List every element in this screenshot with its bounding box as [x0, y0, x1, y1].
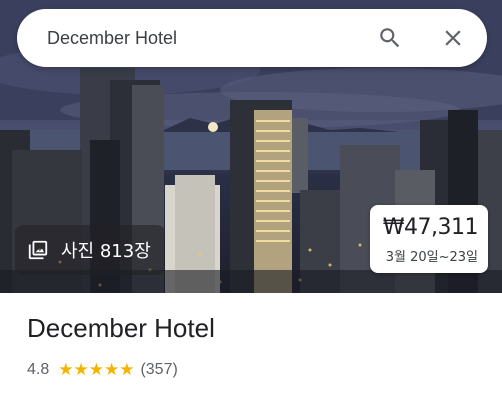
close-icon	[445, 30, 461, 46]
search-bar	[17, 9, 487, 67]
photo-library-icon	[28, 240, 48, 260]
stay-dates: 3월 20일~23일	[385, 250, 478, 265]
hotel-name: December Hotel	[27, 313, 215, 343]
price-amount: ₩47,311	[382, 215, 479, 240]
close-button[interactable]	[438, 23, 468, 53]
search-input[interactable]	[47, 9, 347, 67]
photos-button[interactable]: 사진 813장	[15, 225, 165, 275]
star-rating-icon: ★★★★★	[58, 360, 135, 380]
review-count: (357)	[140, 361, 178, 378]
photos-count-label: 사진 813장	[61, 241, 151, 262]
search-button[interactable]	[375, 23, 405, 53]
search-icon	[380, 28, 400, 48]
rating-value: 4.8	[27, 361, 50, 378]
price-card[interactable]: ₩47,311 3월 20일~23일	[370, 205, 488, 273]
rating-row[interactable]: 4.8 ★★★★★ (357)	[27, 359, 178, 381]
